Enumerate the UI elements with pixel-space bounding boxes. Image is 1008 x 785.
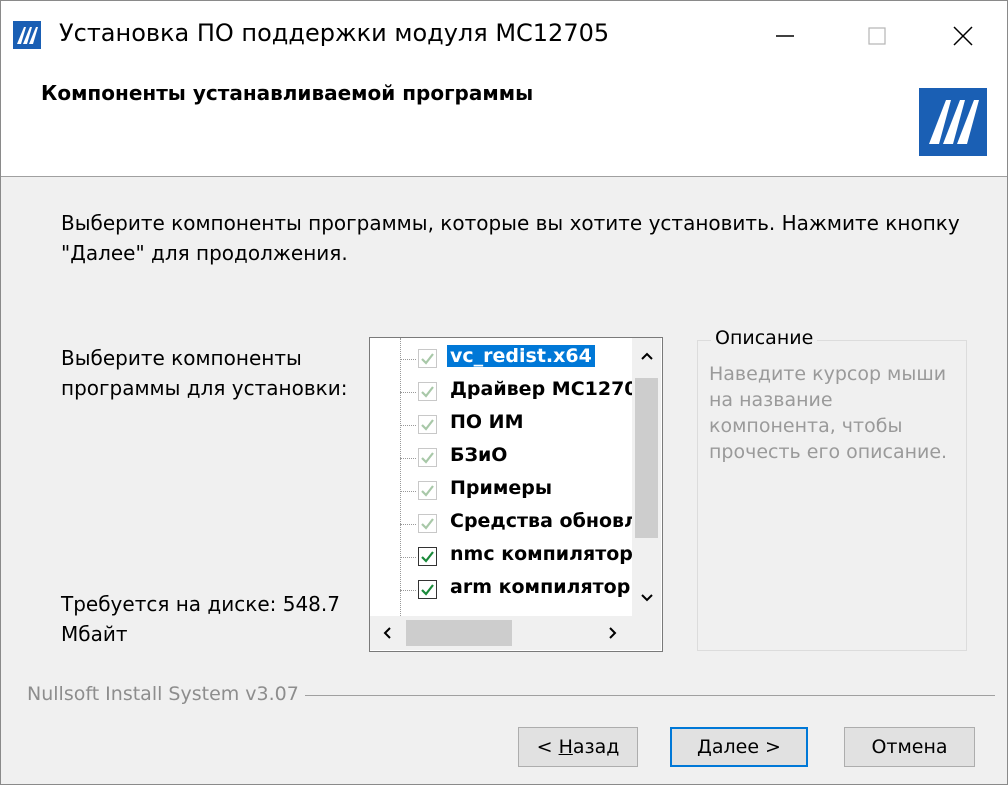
- maximize-button[interactable]: [831, 1, 923, 71]
- checkmark-icon: [421, 353, 434, 365]
- page-title: Компоненты устанавливаемой программы: [41, 81, 534, 105]
- cancel-button[interactable]: Отмена: [844, 727, 975, 767]
- scrollbar-corner: [632, 616, 661, 650]
- components-label: Выберите компоненты программы для устано…: [61, 346, 348, 400]
- component-checkbox: [418, 415, 437, 434]
- checkmark-icon: [421, 419, 434, 431]
- component-label: arm компилятор: [450, 576, 631, 598]
- back-button[interactable]: < Назад: [518, 727, 638, 767]
- component-item[interactable]: Драйвер МС12705: [370, 376, 632, 409]
- tree-connector: [400, 491, 416, 492]
- component-item[interactable]: nmc компилятор: [370, 541, 632, 574]
- chevron-left-icon: [383, 627, 391, 639]
- chevron-right-icon: [609, 627, 617, 639]
- window-title: Установка ПО поддержки модуля МС12705: [59, 19, 610, 47]
- checkmark-icon: [421, 386, 434, 398]
- module-logo-icon: [919, 88, 987, 156]
- vertical-scrollbar[interactable]: [632, 338, 661, 616]
- scroll-down-button[interactable]: [632, 580, 661, 616]
- component-label: Средства обновления: [450, 510, 632, 532]
- component-item[interactable]: Примеры: [370, 475, 632, 508]
- tree-connector: [400, 359, 416, 360]
- back-accelerator: Н: [558, 736, 573, 758]
- checkmark-icon: [421, 551, 434, 563]
- component-item[interactable]: ПО ИМ: [370, 409, 632, 442]
- component-checkbox: [418, 514, 437, 533]
- horizontal-scrollbar[interactable]: [370, 616, 632, 650]
- component-label: Драйвер МС12705: [450, 378, 632, 400]
- component-item[interactable]: Средства обновления: [370, 508, 632, 541]
- page-header: Компоненты устанавливаемой программы: [1, 71, 1007, 177]
- back-label-rest: азад: [572, 736, 620, 758]
- components-tree-rows: vc_redist.x64 Драйвер МС12705 ПО ИМ БЗиО При…: [370, 338, 632, 616]
- tree-connector: [400, 524, 416, 525]
- minimize-button[interactable]: [739, 1, 831, 71]
- component-checkbox: [418, 448, 437, 467]
- checkmark-icon: [421, 584, 434, 596]
- next-button[interactable]: Далее >: [670, 727, 808, 767]
- component-item[interactable]: БЗиО: [370, 442, 632, 475]
- component-item[interactable]: arm компилятор: [370, 574, 632, 607]
- chevron-up-icon: [640, 352, 653, 360]
- vertical-scroll-thumb[interactable]: [635, 378, 658, 538]
- component-item[interactable]: vc_redist.x64: [370, 343, 632, 376]
- disk-space-label: Требуется на диске: 548.7 Мбайт: [61, 592, 340, 646]
- scroll-left-button[interactable]: [370, 616, 404, 650]
- maximize-icon: [868, 27, 886, 45]
- close-icon: [953, 26, 973, 46]
- tree-connector: [400, 392, 416, 393]
- checkmark-icon: [421, 452, 434, 464]
- component-checkbox: [418, 481, 437, 500]
- horizontal-scroll-thumb[interactable]: [406, 620, 512, 646]
- description-text: Наведите курсор мыши на название компоне…: [709, 363, 948, 463]
- component-checkbox[interactable]: [418, 547, 437, 566]
- component-checkbox[interactable]: [418, 580, 437, 599]
- checkmark-icon: [421, 485, 434, 497]
- close-button[interactable]: [917, 1, 1007, 71]
- component-label: ПО ИМ: [450, 411, 524, 433]
- components-tree[interactable]: vc_redist.x64 Драйвер МС12705 ПО ИМ БЗиО При…: [369, 337, 663, 652]
- app-logo-icon: [13, 21, 41, 49]
- scroll-right-button[interactable]: [596, 616, 630, 650]
- chevron-down-icon: [640, 594, 653, 602]
- next-accelerator: Д: [697, 736, 712, 758]
- nsis-branding: Nullsoft Install System v3.07: [27, 683, 305, 705]
- tree-connector: [400, 458, 416, 459]
- component-label: vc_redist.x64: [447, 345, 595, 367]
- scroll-up-button[interactable]: [632, 338, 661, 374]
- tree-connector: [400, 590, 416, 591]
- component-checkbox: [418, 349, 437, 368]
- component-checkbox: [418, 382, 437, 401]
- installer-window: Установка ПО поддержки модуля МС12705 Ко…: [0, 0, 1008, 785]
- instruction-text: Выберите компоненты программы, которые в…: [61, 211, 960, 265]
- component-label: nmc компилятор: [450, 543, 632, 565]
- back-prefix: <: [536, 736, 559, 758]
- description-legend: Описание: [711, 327, 818, 349]
- tree-connector: [400, 425, 416, 426]
- component-label: БЗиО: [450, 444, 508, 466]
- component-label: Примеры: [450, 477, 553, 499]
- next-label-rest: алее >: [711, 736, 781, 758]
- checkmark-icon: [421, 518, 434, 530]
- minimize-icon: [776, 35, 794, 37]
- tree-connector: [400, 557, 416, 558]
- title-bar[interactable]: Установка ПО поддержки модуля МС12705: [1, 1, 1007, 71]
